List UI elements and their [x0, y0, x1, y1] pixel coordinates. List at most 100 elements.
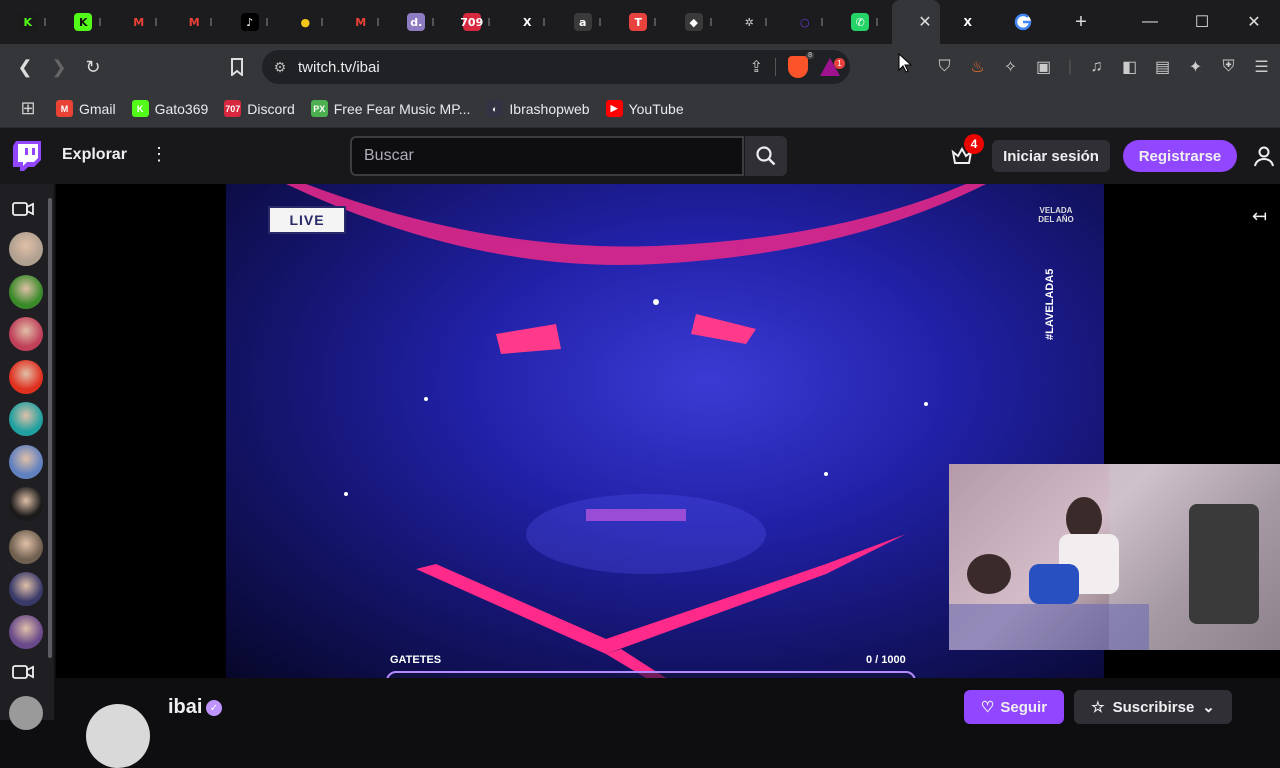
wallet-icon[interactable]: ▤: [1146, 57, 1179, 77]
browser-tab[interactable]: 709: [444, 0, 500, 44]
bookmark-icon[interactable]: [220, 50, 254, 84]
signup-button[interactable]: Registrarse: [1123, 140, 1237, 172]
brave-shields-icon[interactable]: 8: [788, 52, 814, 78]
forward-icon[interactable]: ❯: [42, 50, 76, 84]
sidebar-toggle-icon[interactable]: ◧: [1113, 57, 1146, 77]
gmail-icon: M: [56, 100, 73, 117]
shield-extension-icon[interactable]: ⛉: [928, 58, 961, 76]
browser-tab[interactable]: T: [611, 0, 667, 44]
browser-tab[interactable]: ✲: [722, 0, 778, 44]
followed-channel-avatar[interactable]: [9, 572, 43, 606]
a-icon: a: [573, 13, 592, 31]
browser-tab[interactable]: M: [167, 0, 223, 44]
reload-icon[interactable]: ↻: [76, 50, 110, 84]
address-bar[interactable]: ⚙ twitch.tv/ibai ⇪ 8 1: [262, 50, 850, 84]
recommended-channel-avatar[interactable]: [9, 696, 43, 730]
share-icon[interactable]: ⇪: [750, 57, 763, 77]
media-icon[interactable]: ♫: [1080, 58, 1113, 76]
browser-toolbar: ❮ ❯ ↻ ⚙ twitch.tv/ibai ⇪ 8 1 ⛉ ♨ ✧ ▣ | ♫…: [0, 44, 1280, 90]
followed-channel-avatar[interactable]: [9, 614, 43, 649]
browser-tab[interactable]: ✆: [833, 0, 889, 44]
followed-channel-avatar[interactable]: [9, 444, 43, 479]
subscribe-label: Suscribirse: [1112, 698, 1195, 716]
screenshot-icon[interactable]: ▣: [1027, 57, 1060, 77]
minimize-icon[interactable]: —: [1124, 0, 1176, 44]
browser-tab[interactable]: K: [56, 0, 112, 44]
star-icon: ☆: [1091, 699, 1105, 716]
tab-separator: [43, 18, 46, 26]
tab-separator: [376, 18, 379, 26]
followed-channel-avatar[interactable]: [9, 359, 43, 394]
goal-count: 0 / 1000: [866, 654, 906, 666]
browser-tab[interactable]: ♪: [222, 0, 278, 44]
brave-rewards-icon[interactable]: 1: [820, 58, 845, 76]
mouse-cursor-icon: [898, 53, 912, 73]
more-options-icon[interactable]: ⋮: [150, 144, 168, 165]
vpn-icon[interactable]: ⛨: [1212, 58, 1245, 76]
bookmark-item[interactable]: PX Free Fear Music MP...: [310, 100, 470, 117]
browser-tab[interactable]: ○: [777, 0, 833, 44]
followed-channel-avatar[interactable]: [9, 402, 43, 436]
close-window-icon[interactable]: ✕: [1228, 0, 1280, 44]
subscribe-button[interactable]: ☆ Suscribirse ⌄: [1074, 690, 1232, 724]
bookmark-item[interactable]: ▶ YouTube: [605, 100, 684, 117]
twitch-header: Explorar ⋮ Buscar 4 Iniciar sesión Regis…: [0, 128, 1280, 184]
whatsapp-icon: ✆: [851, 13, 870, 31]
browser-tab[interactable]: ●: [278, 0, 334, 44]
diamond-icon: ◆: [684, 13, 703, 31]
followed-channel-avatar[interactable]: [9, 529, 43, 564]
browser-tab[interactable]: a: [555, 0, 611, 44]
leo-icon[interactable]: ✦: [1179, 57, 1212, 77]
channel-avatar[interactable]: [86, 704, 150, 768]
login-button[interactable]: Iniciar sesión: [992, 140, 1110, 172]
browser-tab[interactable]: d.: [389, 0, 445, 44]
followed-channel-avatar[interactable]: [9, 274, 43, 309]
site-info-icon[interactable]: ⚙: [262, 59, 298, 76]
browser-tab[interactable]: ◆: [666, 0, 722, 44]
puzzle-icon[interactable]: ✧: [994, 57, 1027, 77]
follow-button[interactable]: ♡ Seguir: [964, 690, 1064, 724]
menu-icon[interactable]: ☰: [1245, 57, 1278, 77]
t-icon: T: [629, 13, 648, 31]
bookmark-item[interactable]: ◐ Ibrashopweb: [486, 100, 590, 117]
bookmark-item[interactable]: K Gato369: [131, 100, 208, 117]
openai-icon: ✲: [740, 13, 759, 31]
fire-extension-icon[interactable]: ♨: [961, 57, 994, 77]
kick-icon: K: [131, 100, 149, 117]
explore-link[interactable]: Explorar: [62, 146, 127, 164]
bookmarks-bar: ⊞ M Gmail K Gato369 707 Discord PX Free Fear Mu…: [0, 90, 1280, 128]
stream-player[interactable]: LIVE VELADA DEL AÑO #LAVELADA5 ↤ GATETES…: [56, 184, 1280, 691]
new-tab-button[interactable]: +: [1061, 11, 1101, 34]
browser-tab[interactable]: [996, 0, 1052, 44]
channel-name[interactable]: ibai: [168, 696, 202, 719]
back-icon[interactable]: ❮: [8, 50, 42, 84]
browser-tab[interactable]: X: [940, 0, 996, 44]
maximize-icon[interactable]: ☐: [1176, 0, 1228, 44]
browser-tab[interactable]: M: [111, 0, 167, 44]
notification-badge: 4: [964, 134, 984, 154]
browser-tab[interactable]: K: [0, 0, 56, 44]
followed-channel-avatar[interactable]: [9, 487, 43, 521]
bookmark-item[interactable]: M Gmail: [56, 100, 116, 117]
followed-channel-avatar[interactable]: [9, 232, 43, 266]
search-input[interactable]: Buscar: [350, 136, 744, 176]
close-tab-icon[interactable]: ✕: [918, 12, 931, 32]
webcam-overlay: [949, 464, 1280, 650]
bookmark-item[interactable]: 707 Discord: [224, 100, 295, 117]
channel-info-bar: ibai ✓ ♡ Seguir ☆ Suscribirse ⌄: [56, 678, 1280, 768]
rewards-badge: 1: [834, 58, 845, 69]
search-button[interactable]: [745, 136, 787, 176]
collapse-chat-icon[interactable]: ↤: [1252, 206, 1267, 227]
google-icon: [1015, 13, 1032, 31]
sidebar-scrollbar[interactable]: [48, 198, 52, 658]
chevron-down-icon: ⌄: [1202, 699, 1215, 716]
twitch-logo-icon[interactable]: [13, 141, 41, 171]
live-badge: LIVE: [268, 206, 346, 234]
browser-tab[interactable]: M: [333, 0, 389, 44]
apps-grid-icon[interactable]: ⊞: [0, 98, 56, 119]
brave-badge: 8: [806, 52, 814, 59]
user-menu-icon[interactable]: [1252, 144, 1276, 168]
browser-tab[interactable]: X: [500, 0, 556, 44]
active-tab[interactable]: ✕: [892, 0, 940, 44]
followed-channel-avatar[interactable]: [9, 317, 43, 351]
